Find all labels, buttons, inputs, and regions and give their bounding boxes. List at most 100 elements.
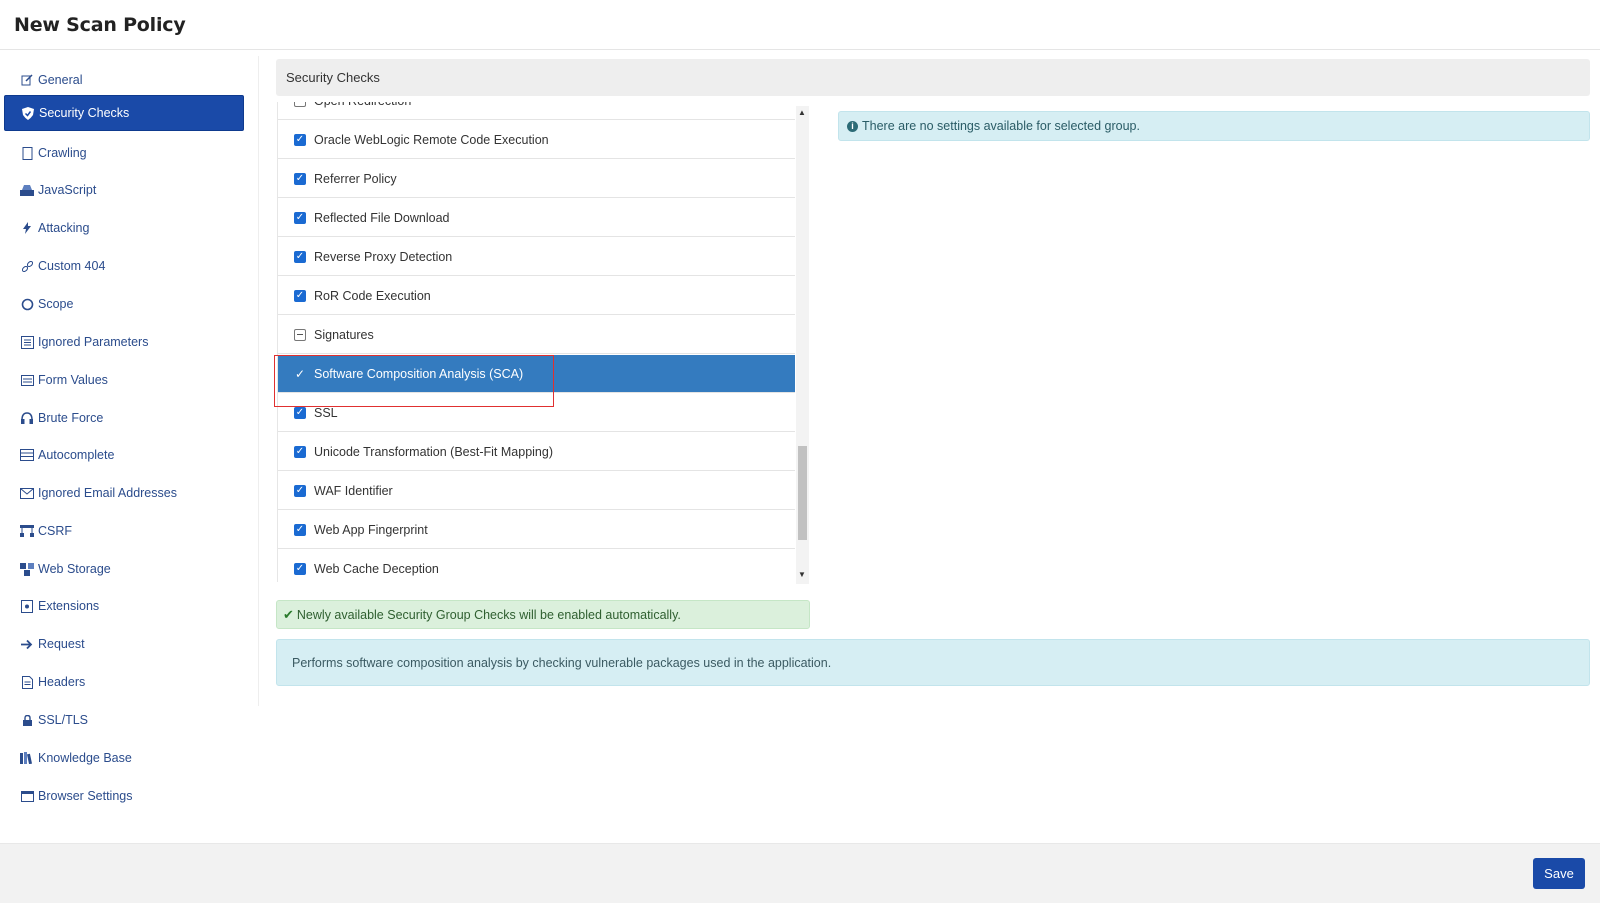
check-checkbox[interactable]: ✓ — [294, 250, 306, 263]
check-label: Oracle WebLogic Remote Code Execution — [314, 132, 549, 147]
sidebar-item-csrf[interactable]: CSRF — [4, 513, 244, 549]
scroll-up-icon[interactable]: ▲ — [798, 108, 806, 117]
scroll-down-icon[interactable]: ▼ — [798, 570, 806, 579]
check-row[interactable]: ✓ Referrer Policy — [278, 160, 795, 198]
check-checkbox[interactable]: ✓ — [294, 133, 306, 146]
check-row[interactable]: ✓ Web App Fingerprint — [278, 511, 795, 549]
sidebar-item-label: JavaScript — [38, 183, 97, 197]
check-checkbox[interactable]: ✓ — [294, 484, 306, 497]
window-icon — [20, 789, 34, 803]
check-row[interactable]: ✓ Reflected File Download — [278, 199, 795, 237]
save-button[interactable]: Save — [1533, 858, 1585, 889]
check-label: RoR Code Execution — [314, 288, 431, 303]
sidebar-item-label: Ignored Email Addresses — [38, 486, 177, 500]
sidebar-item-label: Scope — [38, 297, 74, 311]
list-icon — [20, 335, 34, 349]
sidebar-item-brute-force[interactable]: Brute Force — [4, 400, 244, 436]
sidebar-item-javascript[interactable]: JavaScript — [4, 172, 244, 208]
check-checkbox[interactable]: ✓ — [294, 445, 306, 458]
settings-info-text: There are no settings available for sele… — [862, 119, 1140, 133]
sidebar-item-attacking[interactable]: Attacking — [4, 210, 244, 246]
sidebar-item-ssl-tls[interactable]: SSL/TLS — [4, 702, 244, 738]
sidebar-item-label: Request — [38, 637, 85, 651]
info-icon: i — [847, 120, 858, 132]
books-icon — [20, 751, 34, 765]
sidebar-item-request[interactable]: Request — [4, 626, 244, 662]
sidebar-item-ignored-parameters[interactable]: Ignored Parameters — [4, 324, 244, 360]
check-label: Open Redirection — [314, 102, 411, 108]
check-label: Web App Fingerprint — [314, 522, 428, 537]
sidebar-item-label: Form Values — [38, 373, 108, 387]
check-row[interactable]: ✓ Oracle WebLogic Remote Code Execution — [278, 121, 795, 159]
sidebar-item-security-checks[interactable]: Security Checks — [4, 95, 244, 131]
sidebar-item-form-values[interactable]: Form Values — [4, 362, 244, 398]
puzzle-icon — [20, 599, 34, 613]
sidebar-item-label: Custom 404 — [38, 259, 106, 273]
check-row[interactable]: ✓ Web Cache Deception — [278, 550, 795, 582]
highlight-box — [274, 355, 554, 407]
check-row[interactable]: Open Redirection — [278, 102, 795, 120]
check-checkbox[interactable]: ✓ — [294, 289, 306, 302]
sidebar-item-label: Brute Force — [38, 411, 104, 425]
sidebar-item-extensions[interactable]: Extensions — [4, 588, 244, 624]
check-label: WAF Identifier — [314, 483, 393, 498]
check-label: SSL — [314, 405, 338, 420]
sidebar-item-label: Extensions — [38, 599, 100, 613]
sidebar-item-ignored-email-addresses[interactable]: Ignored Email Addresses — [4, 475, 244, 511]
footer — [0, 843, 1600, 903]
headphones-icon — [20, 411, 34, 425]
file-icon — [20, 675, 34, 689]
check-row[interactable]: ✓ RoR Code Execution — [278, 277, 795, 315]
drive-icon — [20, 183, 34, 197]
bolt-icon — [20, 221, 34, 235]
sidebar-item-label: Headers — [38, 675, 86, 689]
page-header: New Scan Policy — [0, 0, 1600, 50]
sidebar-item-autocomplete[interactable]: Autocomplete — [4, 437, 244, 473]
link-icon — [20, 259, 34, 273]
check-checkbox[interactable]: ✓ — [294, 406, 306, 419]
page-icon — [20, 146, 34, 160]
sidebar-item-label: Browser Settings — [38, 789, 133, 803]
settings-info-alert: i There are no settings available for se… — [838, 111, 1590, 141]
list-scrollbar[interactable]: ▲ ▼ — [796, 106, 809, 584]
check-row[interactable]: Signatures — [278, 316, 795, 354]
scrollbar-thumb[interactable] — [798, 446, 807, 540]
cubes-icon — [20, 562, 34, 576]
sidebar-item-scope[interactable]: Scope — [4, 286, 244, 322]
check-label: Signatures — [314, 327, 374, 342]
check-label: Reverse Proxy Detection — [314, 249, 453, 264]
check-checkbox[interactable] — [294, 328, 306, 341]
sidebar-item-label: Web Storage — [38, 562, 111, 576]
sidebar-item-label: CSRF — [38, 524, 73, 538]
lock-icon — [20, 713, 34, 727]
sidebar-item-general[interactable]: General — [4, 62, 244, 98]
sidebar-item-knowledge-base[interactable]: Knowledge Base — [4, 740, 244, 776]
security-checks-list[interactable]: Open Redirection ✓ Oracle WebLogic Remote … — [277, 102, 795, 582]
check-label: Reflected File Download — [314, 210, 450, 225]
sidebar-item-custom-404[interactable]: Custom 404 — [4, 248, 244, 284]
sidebar-item-label: Ignored Parameters — [38, 335, 149, 349]
check-row[interactable]: ✓ Unicode Transformation (Best-Fit Mappin… — [278, 433, 795, 471]
check-icon: ✔ — [283, 606, 294, 622]
auto-enable-alert: ✔ Newly available Security Group Checks … — [276, 600, 810, 629]
check-row[interactable]: ✓ Reverse Proxy Detection — [278, 238, 795, 276]
check-label: Unicode Transformation (Best-Fit Mapping… — [314, 444, 553, 459]
sidebar-item-label: SSL/TLS — [38, 713, 89, 727]
check-checkbox[interactable]: ✓ — [294, 172, 306, 185]
sidebar-item-label: Autocomplete — [38, 448, 115, 462]
sidebar-item-label: Attacking — [38, 221, 90, 235]
sidebar-item-crawling[interactable]: Crawling — [4, 135, 244, 171]
check-label: Referrer Policy — [314, 171, 397, 186]
check-checkbox[interactable]: ✓ — [294, 523, 306, 536]
check-row[interactable]: ✓ WAF Identifier — [278, 472, 795, 510]
sidebar: General Security Checks Crawling JavaScript… — [0, 56, 259, 803]
description-text: Performs software composition analysis b… — [292, 655, 832, 670]
sidebar-item-headers[interactable]: Headers — [4, 664, 244, 700]
sidebar-item-browser-settings[interactable]: Browser Settings — [4, 778, 244, 814]
circle-icon — [20, 297, 34, 311]
sidebar-item-web-storage[interactable]: Web Storage — [4, 551, 244, 587]
check-checkbox[interactable]: ✓ — [294, 562, 306, 575]
check-checkbox[interactable]: ✓ — [294, 211, 306, 224]
description-panel: Performs software composition analysis b… — [276, 639, 1590, 686]
check-checkbox[interactable] — [294, 102, 306, 107]
